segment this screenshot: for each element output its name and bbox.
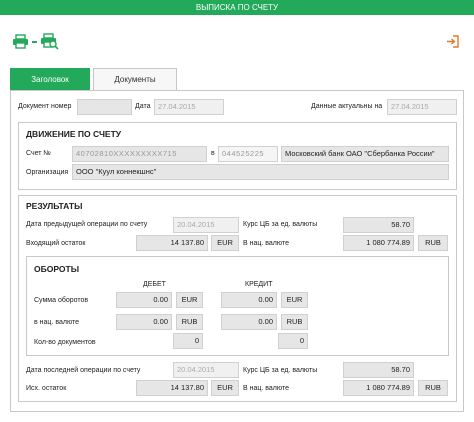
in-balance-label: Входящий остаток <box>26 240 86 247</box>
organization-field[interactable]: ООО "Куул коннекшнс" <box>72 164 449 180</box>
nat-value-field-1[interactable]: 1 080 774.89 <box>343 235 414 251</box>
toolbar-separator <box>32 41 37 43</box>
movement-title: ДВИЖЕНИЕ ПО СЧЕТУ <box>26 129 122 139</box>
nat-currency-1[interactable]: RUB <box>418 235 448 251</box>
debit-sum-field[interactable]: 0.00 <box>116 292 172 308</box>
prev-date-label: Дата предыдущей операции по счету <box>26 221 148 228</box>
doc-count-label: Кол-во документов <box>34 339 96 346</box>
print-icon[interactable] <box>12 34 29 49</box>
rate-label-2: Курс ЦБ за ед. валюты <box>243 367 318 374</box>
rate-field-1[interactable]: 58.70 <box>343 217 414 233</box>
out-balance-field[interactable]: 14 137.80 <box>136 380 208 396</box>
credit-header: КРЕДИТ <box>245 281 273 288</box>
turnover-nat-label: в нац. валюте <box>34 319 80 326</box>
actual-date-label: Данные актуальны на <box>311 103 383 110</box>
last-date-field[interactable]: 20.04.2015 <box>173 362 239 378</box>
account-label: Счет № <box>26 150 51 157</box>
results-title: РЕЗУЛЬТАТЫ <box>26 201 83 211</box>
credit-sum-currency[interactable]: EUR <box>281 292 308 308</box>
window-title: ВЫПИСКА ПО СЧЕТУ <box>0 0 474 15</box>
doc-number-field[interactable] <box>77 99 132 115</box>
out-balance-label: Исх. остаток <box>26 385 67 392</box>
out-balance-currency[interactable]: EUR <box>211 380 239 396</box>
rate-label-1: Курс ЦБ за ед. валюты <box>243 221 318 228</box>
date-field[interactable]: 27.04.2015 <box>154 99 224 115</box>
credit-nat-field[interactable]: 0.00 <box>221 314 277 330</box>
credit-nat-currency[interactable]: RUB <box>281 314 308 330</box>
date-label: Дата <box>135 103 151 110</box>
in-bank-label: в <box>211 150 215 157</box>
credit-sum-field[interactable]: 0.00 <box>221 292 277 308</box>
rate-field-2[interactable]: 58.70 <box>343 362 414 378</box>
debit-header: ДЕБЕТ <box>143 281 166 288</box>
print-preview-icon[interactable] <box>40 33 59 50</box>
nat-label-2: В нац. валюте <box>243 385 290 392</box>
bank-name-field[interactable]: Московский банк ОАО "Сбербанка России" <box>281 146 449 162</box>
tab-documents[interactable]: Документы <box>93 68 177 90</box>
bic-field[interactable]: 044525225 <box>218 146 278 162</box>
organization-label: Организация <box>26 169 69 176</box>
turnover-sum-label: Сумма оборотов <box>34 297 89 304</box>
debit-nat-field[interactable]: 0.00 <box>116 314 172 330</box>
nat-currency-2[interactable]: RUB <box>418 380 448 396</box>
debit-nat-currency[interactable]: RUB <box>176 314 203 330</box>
actual-date-field[interactable]: 27.04.2015 <box>387 99 457 115</box>
in-balance-field[interactable]: 14 137.80 <box>136 235 208 251</box>
nat-value-field-2[interactable]: 1 080 774.89 <box>343 380 414 396</box>
exit-icon[interactable] <box>446 35 460 48</box>
prev-date-field[interactable]: 20.04.2015 <box>173 217 239 233</box>
last-date-label: Дата последней операции по счету <box>26 367 141 374</box>
doc-number-label: Документ номер <box>18 103 72 110</box>
credit-count-field[interactable]: 0 <box>278 333 308 349</box>
account-field[interactable]: 40702810XXXXXXXXX715 <box>72 146 207 162</box>
nat-label-1: В нац. валюте <box>243 240 290 247</box>
debit-sum-currency[interactable]: EUR <box>176 292 203 308</box>
tab-header[interactable]: Заголовок <box>10 68 90 90</box>
in-balance-currency[interactable]: EUR <box>211 235 239 251</box>
debit-count-field[interactable]: 0 <box>173 333 203 349</box>
turnover-title: ОБОРОТЫ <box>34 264 80 274</box>
